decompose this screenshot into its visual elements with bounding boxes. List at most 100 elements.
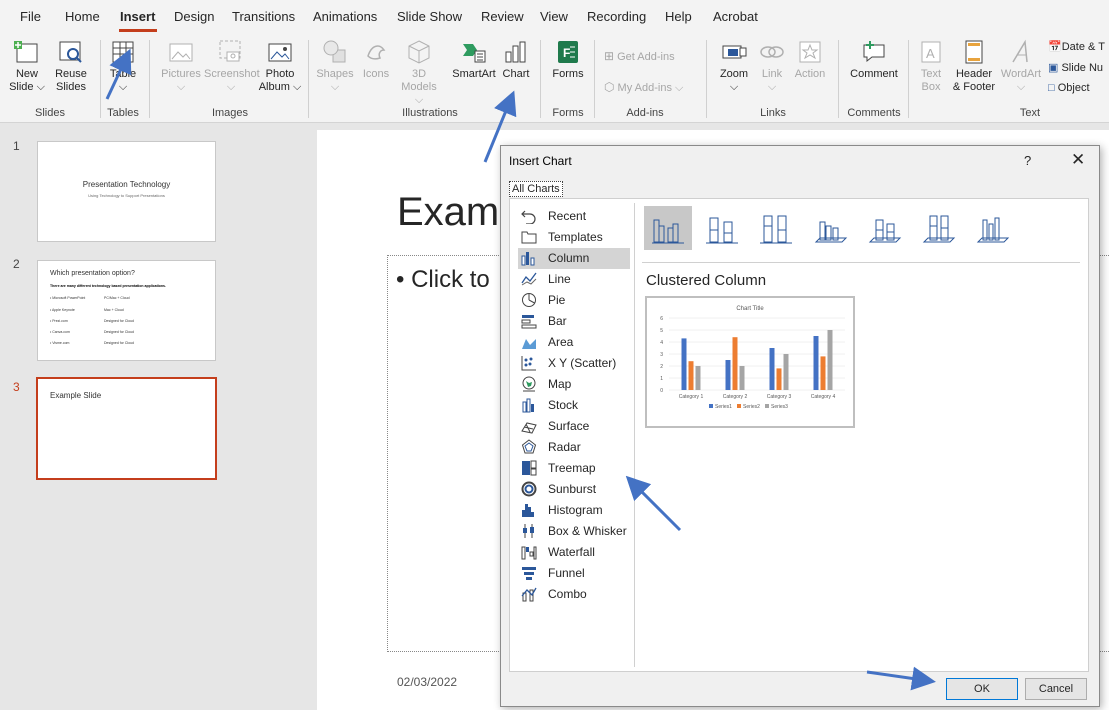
table-icon [112,41,134,63]
chart-type-combo[interactable]: Combo [518,584,630,605]
chart-type-pie[interactable]: Pie [518,290,630,311]
pictures-button[interactable]: Pictures ⌵ [156,38,206,94]
reuse-slides-button[interactable]: Reuse Slides [50,38,92,94]
tab-animations[interactable]: Animations [313,9,377,24]
cancel-button[interactable]: Cancel [1025,678,1087,700]
divider [634,203,635,667]
table-dropdown: ⌵ [118,81,128,93]
wordart-button[interactable]: WordArt ⌵ [998,38,1044,94]
ok-button[interactable]: OK [946,678,1018,700]
header-footer-button[interactable]: Header & Footer [950,38,998,94]
tab-view[interactable]: View [540,9,568,24]
link-button[interactable]: Link ⌵ [756,38,788,94]
chart-preview[interactable]: Chart Title 0 1 2 3 4 5 6 Category 1 Category 2… [645,296,855,428]
smartart-button[interactable]: SmartArt [448,38,500,81]
close-button[interactable]: ✕ [1071,150,1085,170]
slide-thumbnail-3[interactable]: Example Slide [36,377,217,480]
cube-icon [408,40,430,64]
chart-type-funnel[interactable]: Funnel [518,563,630,584]
chart-type-stock[interactable]: Stock [518,395,630,416]
subtype-stacked-column[interactable] [698,206,746,250]
sunburst-icon [521,481,537,497]
icons-icon [367,45,386,60]
subtype-clustered-column[interactable] [644,206,692,250]
subtype-3d-stacked-column[interactable] [860,206,908,250]
slide-thumbnail-1[interactable]: Presentation Technology Using Technology… [37,141,216,242]
tab-slide-show[interactable]: Slide Show [397,9,462,24]
chart-bar [776,368,782,390]
header-footer-icon [965,40,983,64]
chart-type-treemap[interactable]: Treemap [518,458,630,479]
insert-chart-dialog: Insert Chart ? ✕ All Charts Recent Templ… [500,145,1100,707]
chart-label: Chart [502,68,530,80]
chart-type-histogram[interactable]: Histogram [518,500,630,521]
tab-all-charts[interactable]: All Charts [509,181,563,197]
screenshot-button[interactable]: Screenshot ⌵ [204,38,260,94]
chart-type-waterfall[interactable]: Waterfall [518,542,630,563]
tab-acrobat[interactable]: Acrobat [713,9,758,24]
chart-type-box-whisker[interactable]: Box & Whisker [518,521,630,542]
chart-type-sunburst[interactable]: Sunburst [518,479,630,500]
clustered-column-icon [652,219,684,244]
chart-type-recent[interactable]: Recent [518,206,630,227]
link-icon [760,46,784,58]
scatter-chart-icon [521,356,536,371]
tab-insert[interactable]: Insert [120,9,155,24]
3d-models-button[interactable]: 3D Models ⌵ [396,38,442,107]
tab-file[interactable]: File [20,9,41,24]
chart-y-tick-label: 1 [660,376,663,382]
svg-text:A: A [926,46,935,61]
my-addins-button[interactable]: ⬡ My Add-ins ⌵ [604,80,683,95]
chart-type-radar[interactable]: Radar [518,437,630,458]
surface-chart-icon [521,422,537,434]
subtype-3d-100-stacked-column[interactable] [914,206,962,250]
new-slide-button[interactable]: New Slide ⌵ [6,38,48,94]
zoom-icon [722,45,747,59]
shapes-dropdown: ⌵ [330,81,340,93]
icons-button[interactable]: Icons [358,38,394,81]
chart-type-line[interactable]: Line [518,269,630,290]
date-time-button[interactable]: 📅Date & T [1048,40,1105,53]
action-button[interactable]: Action [790,38,830,81]
addins-grid-icon: ⊞ [604,49,615,63]
tab-home[interactable]: Home [65,9,100,24]
tab-review[interactable]: Review [481,9,524,24]
forms-button[interactable]: F Forms [548,38,588,81]
chart-type-surface[interactable]: Surface [518,416,630,437]
chart-type-scatter[interactable]: X Y (Scatter) [518,353,630,374]
object-button[interactable]: □ Object [1048,82,1090,94]
chart-category-label: Category 1 [679,394,704,400]
tab-recording[interactable]: Recording [587,9,646,24]
chart-type-templates[interactable]: Templates [518,227,630,248]
header-footer-label-1: Header [955,68,993,80]
help-button[interactable]: ? [1024,153,1031,168]
zoom-button[interactable]: Zoom ⌵ [714,38,754,94]
new-slide-label-2: Slide ⌵ [9,81,45,93]
subtype-100-stacked-column[interactable] [752,206,800,250]
comment-button[interactable]: Comment [846,38,902,81]
tab-design[interactable]: Design [174,9,214,24]
slide-number-button[interactable]: ▣ Slide Nu [1048,61,1103,74]
shapes-button[interactable]: Shapes ⌵ [316,38,354,94]
chart-type-column[interactable]: Column [518,248,630,269]
tab-transitions[interactable]: Transitions [232,9,295,24]
shapes-icon [323,40,346,63]
preview-chart: Chart Title 0 1 2 3 4 5 6 Category 1 Category 2… [660,306,845,410]
thumb-2-intro: There are many different technology base… [50,284,166,288]
subtype-3d-column[interactable] [968,206,1016,250]
tab-help[interactable]: Help [665,9,692,24]
photo-album-button[interactable]: Photo Album ⌵ [258,38,302,94]
slide-thumbnail-2[interactable]: Which presentation option? There are man… [37,260,216,361]
subtype-3d-clustered-column[interactable] [806,206,854,250]
reuse-slides-label-2: Slides [56,81,86,93]
chart-type-map[interactable]: Map [518,374,630,395]
get-addins-button[interactable]: ⊞ Get Add-ins [604,49,675,63]
chart-type-bar[interactable]: Bar [518,311,630,332]
table-button[interactable]: Table ⌵ [104,38,142,94]
chart-button[interactable]: Chart [500,38,532,81]
ribbon: New Slide ⌵ Reuse Slides Slides Table ⌵ … [0,34,1109,123]
chart-bar [783,354,789,390]
screenshot-icon [219,40,241,62]
chart-type-area[interactable]: Area [518,332,630,353]
text-box-button[interactable]: A Text Box [914,38,948,94]
